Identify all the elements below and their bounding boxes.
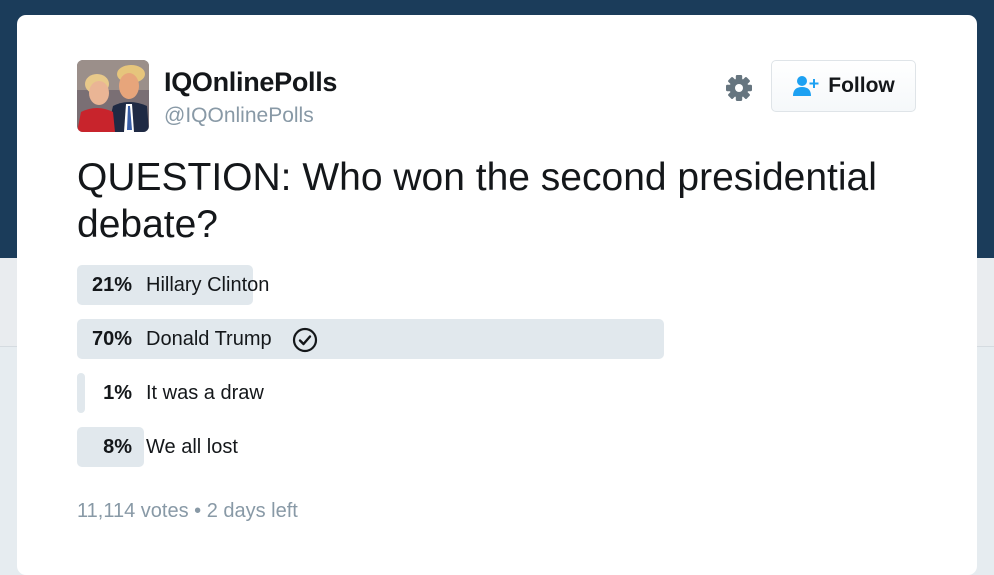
poll-option-percent: 8% [103,436,132,458]
account-handle[interactable]: @IQOnlinePolls [164,104,314,128]
meta-separator: • [194,500,202,522]
account-display-name[interactable]: IQOnlinePolls [164,67,337,98]
poll-option-donald-trump[interactable]: 70% Donald Trump [77,319,937,359]
poll-option-label: Donald Trump [146,328,272,350]
vote-count: 11,114 votes [77,500,189,522]
poll-option-label: Hillary Clinton [146,274,270,296]
poll-option-percent: 21% [91,274,132,296]
check-circle-icon [292,327,318,353]
poll-option-percent: 1% [103,382,132,404]
poll-option-label: We all lost [146,436,238,458]
gear-icon[interactable] [725,74,753,102]
poll-option-percent: 70% [91,328,132,350]
follow-label: Follow [828,74,895,97]
add-user-icon [793,76,819,96]
poll-option-hillary-clinton[interactable]: 21% Hillary Clinton [77,265,937,305]
avatar-image [77,60,149,132]
poll-meta: 11,114 votes • 2 days left [77,500,298,523]
poll-option-we-all-lost[interactable]: 8% We all lost [77,427,937,467]
tweet-card: IQOnlinePolls @IQOnlinePolls Follow QUES… [17,15,977,575]
poll-option-label: It was a draw [146,382,264,404]
avatar[interactable] [77,60,149,132]
poll-option-draw[interactable]: 1% It was a draw [77,373,937,413]
poll-question: QUESTION: Who won the second presidentia… [77,156,877,246]
time-left: 2 days left [206,500,298,522]
follow-button[interactable]: Follow [771,60,916,112]
